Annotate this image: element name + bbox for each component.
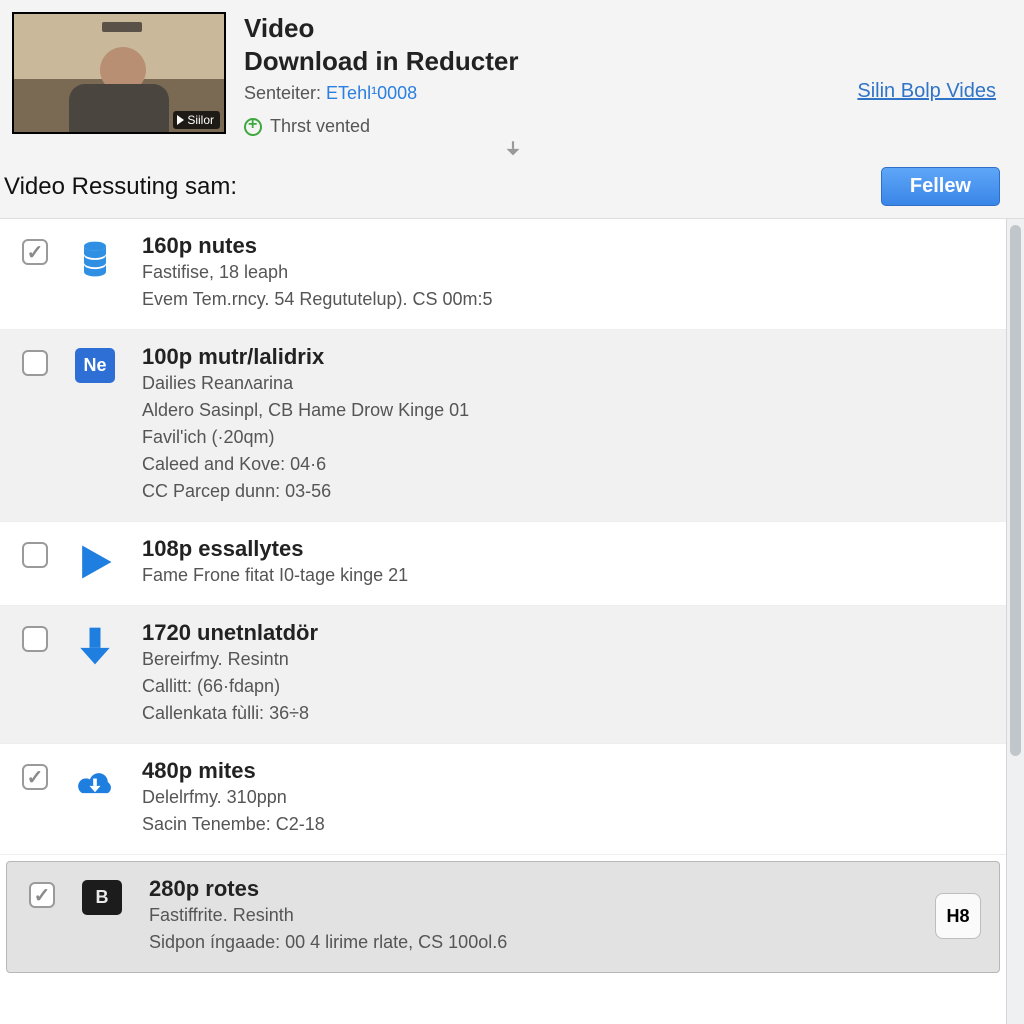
list-item[interactable]: Ne 100p mutr/lalidrixDailies ReanʌarinaAl… [0, 330, 1006, 522]
row-title: 108p essallytes [142, 536, 988, 562]
thumbnail-play-label: Siilor [187, 113, 214, 127]
row-line: Aldero Sasinpl, CB Hame Drow Kinge 01 [142, 397, 988, 424]
row-line: Evem Tem.rncy. 54 Regututelup). CS 00m:5 [142, 286, 988, 313]
list-item[interactable]: B 280p rotesFastiffrite. ResinthSidpon ín… [6, 861, 1000, 973]
row-line: Sidpon íngaade: 00 4 lirime rlate, CS 10… [149, 929, 915, 956]
row-line: Dailies Reanʌarina [142, 370, 988, 397]
row-meta: 280p rotesFastiffrite. ResinthSidpon íng… [149, 876, 915, 956]
row-title: 280p rotes [149, 876, 915, 902]
row-title: 160p nutes [142, 233, 988, 259]
list-item[interactable]: 1720 unetnlatdörBereirfmy. ResintnCallit… [0, 606, 1006, 744]
expand-down-icon[interactable] [500, 138, 526, 169]
scrollbar[interactable] [1006, 219, 1024, 1024]
row-checkbox[interactable] [22, 764, 48, 790]
row-line: Fastiffrite. Resinth [149, 902, 915, 929]
row-title: 100p mutr/lalidrix [142, 344, 988, 370]
row-line: Favil'ich (·20qm) [142, 424, 988, 451]
sender-link[interactable]: ETehl¹0008 [326, 83, 417, 103]
play-tri-icon [68, 536, 122, 584]
db-stack-icon [68, 233, 122, 281]
sign-link[interactable]: Silin Bolp Vides [857, 80, 996, 102]
header: Siilor Video Download in Reducter Sentei… [0, 0, 1024, 147]
verified-icon [244, 118, 262, 136]
results-list: 160p nutesFastifise, 18 leaphEvem Tem.rn… [0, 219, 1006, 1024]
row-title: 1720 unetnlatdör [142, 620, 988, 646]
section-title: Video Ressuting sam: [4, 173, 237, 201]
row-meta: 1720 unetnlatdörBereirfmy. ResintnCallit… [142, 620, 988, 727]
row-line: Sacin Tenembe: C2-18 [142, 811, 988, 838]
row-line: Fame Frone fitat I0-tage kinge 21 [142, 562, 988, 589]
row-line: Callenkata fùlli: 36÷8 [142, 700, 988, 727]
row-title: 480p mites [142, 758, 988, 784]
row-line: Fastifise, 18 leaph [142, 259, 988, 286]
video-thumbnail[interactable]: Siilor [12, 12, 226, 134]
row-checkbox[interactable] [22, 350, 48, 376]
label-b-icon: B [75, 876, 129, 915]
verified-text: Thrst vented [270, 116, 370, 137]
follow-button[interactable]: Fellew [881, 167, 1000, 206]
row-line: Delelrfmy. 310ppn [142, 784, 988, 811]
list-item[interactable]: 480p mitesDelelrfmy. 310ppnSacin Tenembe… [0, 744, 1006, 855]
video-title: Video Download in Reducter [244, 12, 518, 77]
row-checkbox[interactable] [22, 239, 48, 265]
row-meta: 100p mutr/lalidrixDailies ReanʌarinaAlde… [142, 344, 988, 505]
sign-link-wrap: Silin Bolp Vides [857, 80, 996, 103]
sender-label: Senteiter: [244, 83, 326, 103]
row-meta: 480p mitesDelelrfmy. 310ppnSacin Tenembe… [142, 758, 988, 838]
row-line: Callitt: (66·fdapn) [142, 673, 988, 700]
row-checkbox[interactable] [22, 542, 48, 568]
scrollbar-thumb[interactable] [1010, 225, 1021, 756]
row-line: Bereirfmy. Resintn [142, 646, 988, 673]
play-icon [177, 115, 184, 125]
cloud-dl-icon [68, 758, 122, 806]
row-meta: 108p essallytesFame Frone fitat I0-tage … [142, 536, 988, 589]
row-checkbox[interactable] [22, 626, 48, 652]
row-line: Caleed and Kove: 04·6 [142, 451, 988, 478]
list-item[interactable]: 108p essallytesFame Frone fitat I0-tage … [0, 522, 1006, 606]
row-action-button[interactable]: H8 [935, 893, 981, 939]
list-item[interactable]: 160p nutesFastifise, 18 leaphEvem Tem.rn… [0, 219, 1006, 330]
row-meta: 160p nutesFastifise, 18 leaphEvem Tem.rn… [142, 233, 988, 313]
thumbnail-play-badge[interactable]: Siilor [173, 111, 220, 129]
row-line: CC Parcep dunn: 03-56 [142, 478, 988, 505]
row-checkbox[interactable] [29, 882, 55, 908]
label-ne-icon: Ne [68, 344, 122, 383]
arrow-down-icon [68, 620, 122, 668]
